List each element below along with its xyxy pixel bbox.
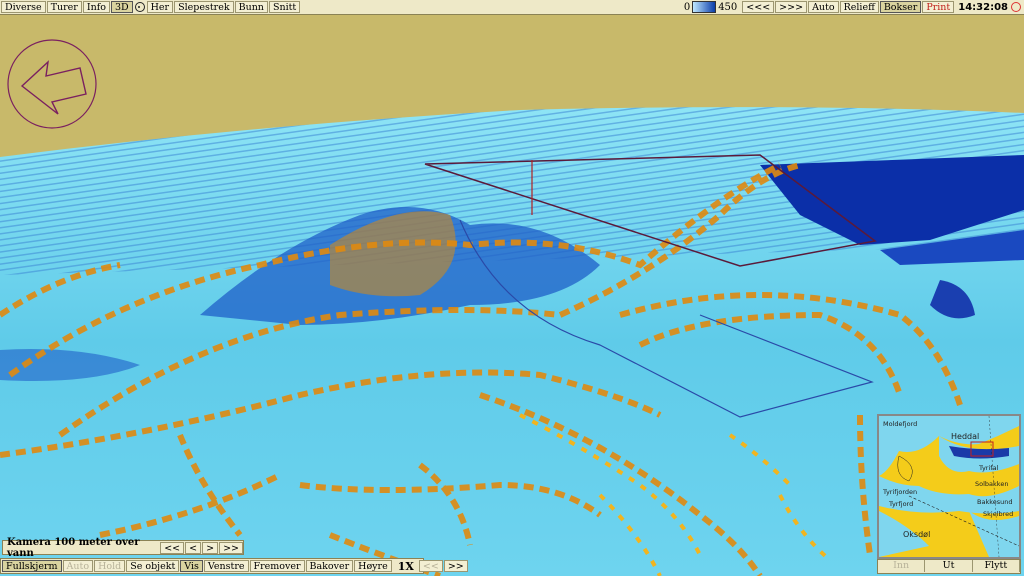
minimap-label: Bakkesund xyxy=(977,498,1013,506)
auto-button[interactable]: Auto xyxy=(808,1,839,13)
bakover-button[interactable]: Bakover xyxy=(305,560,354,572)
toggle-3d-button[interactable]: 3D xyxy=(110,1,133,13)
speed-down-button[interactable]: << xyxy=(418,560,443,572)
vis-button[interactable]: Vis xyxy=(180,560,203,572)
minimap-label: Solbakken xyxy=(975,480,1009,488)
camera-fast-forward-button[interactable]: >> xyxy=(219,541,243,554)
minimap-label: Heddal xyxy=(951,432,980,441)
minimap-label: Moldefjord xyxy=(883,420,918,428)
camera-forward-button[interactable]: > xyxy=(202,541,219,554)
menu-diverse[interactable]: Diverse xyxy=(1,1,46,13)
speed-indicator: 1X xyxy=(397,559,414,573)
menu-turer[interactable]: Turer xyxy=(46,1,82,13)
overview-minimap[interactable]: Moldefjord Heddal Tyrifjorden Tyrifal Ty… xyxy=(877,414,1021,559)
depth-max-label: 450 xyxy=(718,1,738,13)
camera-back-button[interactable]: < xyxy=(185,541,202,554)
minimap-label: Tyrifal xyxy=(979,464,999,472)
minimap-label: Tyrifjorden xyxy=(883,488,918,496)
her-button[interactable]: Her xyxy=(146,1,174,13)
fremover-button[interactable]: Fremover xyxy=(249,560,305,572)
hoyre-button[interactable]: Høyre xyxy=(354,560,392,572)
minimap-label: Oksdøl xyxy=(903,530,931,539)
venstre-button[interactable]: Venstre xyxy=(203,560,249,572)
camera-height-label: Kamera 100 meter over vann xyxy=(7,536,140,559)
speed-up-button[interactable]: >> xyxy=(443,560,468,572)
snitt-button[interactable]: Snitt xyxy=(268,1,301,13)
minimap-label: Tyrfjord xyxy=(889,500,914,508)
zoom-out-button[interactable]: Ut xyxy=(925,560,973,572)
depth-gradient xyxy=(692,1,717,13)
top-toolbar: Diverse Turer Info 3D Her Slepestrek Bun… xyxy=(0,0,1024,15)
print-button[interactable]: Print xyxy=(922,1,955,13)
compass-icon[interactable] xyxy=(134,2,145,12)
seabed-3d-view[interactable] xyxy=(0,15,1024,576)
relieff-button[interactable]: Relieff xyxy=(839,1,879,13)
bokser-button[interactable]: Bokser xyxy=(879,1,922,13)
minimap-label: Skjelbred xyxy=(983,510,1014,518)
prev-fast-button[interactable]: <<< xyxy=(742,1,775,13)
clock: 14:32:08 xyxy=(958,1,1008,13)
zoom-in-button[interactable]: Inn xyxy=(878,560,926,572)
bunn-button[interactable]: Bunn xyxy=(234,1,268,13)
target-icon[interactable] xyxy=(1011,2,1021,12)
camera-fast-back-button[interactable]: << xyxy=(160,541,185,554)
next-fast-button[interactable]: >>> xyxy=(775,1,808,13)
se-objekt-button[interactable]: Se objekt xyxy=(126,560,180,572)
depth-min-label: 0 xyxy=(683,1,691,13)
camera-panel: Kamera 100 meter over vann << < > >> xyxy=(2,537,244,559)
menu-info[interactable]: Info xyxy=(82,1,110,13)
fullscreen-button[interactable]: Fullskjerm xyxy=(2,560,62,572)
move-button[interactable]: Flytt xyxy=(973,560,1020,572)
depth-scale: 0 450 xyxy=(684,1,737,13)
back-arrow-icon[interactable] xyxy=(6,38,98,130)
bottom-toolbar: Fullskjerm Auto Hold Se objekt Vis Venst… xyxy=(0,558,468,574)
hold-button[interactable]: Hold xyxy=(94,560,126,572)
slepestrek-button[interactable]: Slepestrek xyxy=(174,1,234,13)
minimap-controls: Inn Ut Flytt xyxy=(877,559,1021,574)
auto-nav-button[interactable]: Auto xyxy=(62,560,94,572)
